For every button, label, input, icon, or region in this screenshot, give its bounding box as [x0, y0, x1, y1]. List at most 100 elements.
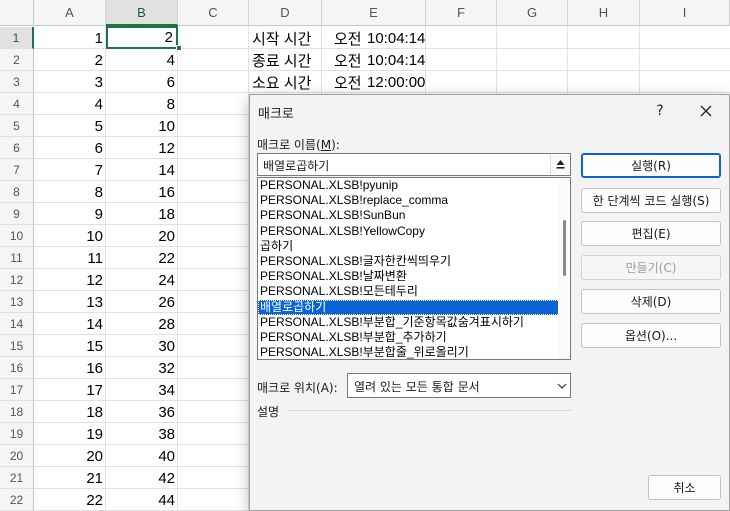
cell-a10[interactable]: 10 [34, 225, 106, 247]
macro-list-item[interactable]: PERSONAL.XLSB!YellowCopy [258, 224, 570, 239]
help-button[interactable]: ? [650, 101, 670, 121]
row-header-19[interactable]: 19 [0, 423, 34, 445]
macro-list[interactable]: PERSONAL.XLSB!pyunip PERSONAL.XLSB!replac… [257, 177, 571, 360]
macro-list-item[interactable]: 배열로곱하기 [258, 299, 570, 315]
macro-list-item[interactable]: PERSONAL.XLSB!글자한칸씩띄우기 [258, 254, 570, 269]
cell-a15[interactable]: 15 [34, 335, 106, 357]
column-header-h[interactable]: H [568, 0, 640, 26]
row-header-11[interactable]: 11 [0, 247, 34, 269]
row-header-4[interactable]: 4 [0, 93, 34, 115]
macro-list-item[interactable]: PERSONAL.XLSB!pyunip [258, 178, 570, 193]
row-header-7[interactable]: 7 [0, 159, 34, 181]
macro-list-item[interactable]: PERSONAL.XLSB!부분합줄_위로올리기 [258, 345, 570, 359]
cell-a13[interactable]: 13 [34, 291, 106, 313]
cell-b5[interactable]: 10 [106, 115, 178, 137]
cell-b3[interactable]: 6 [106, 71, 178, 93]
cell-b11[interactable]: 22 [106, 247, 178, 269]
info-time-1[interactable]: 10:04:14 [364, 27, 434, 49]
row-header-6[interactable]: 6 [0, 137, 34, 159]
macro-list-item[interactable]: PERSONAL.XLSB!날짜변환 [258, 269, 570, 284]
cell-b14[interactable]: 28 [106, 313, 178, 335]
info-label-3[interactable]: 소요 시간 [249, 71, 319, 93]
info-label-1[interactable]: 시작 시간 [249, 27, 319, 49]
edit-button[interactable]: 편집(E) [581, 221, 721, 246]
row-header-10[interactable]: 10 [0, 225, 34, 247]
delete-button[interactable]: 삭제(D) [581, 289, 721, 314]
cell-b8[interactable]: 16 [106, 181, 178, 203]
cell-a6[interactable]: 6 [34, 137, 106, 159]
row-header-15[interactable]: 15 [0, 335, 34, 357]
cell-b6[interactable]: 12 [106, 137, 178, 159]
cell-b9[interactable]: 18 [106, 203, 178, 225]
column-header-f[interactable]: F [426, 0, 497, 26]
row-header-3[interactable]: 3 [0, 71, 34, 93]
cell-b16[interactable]: 32 [106, 357, 178, 379]
run-button[interactable]: 실행(R) [581, 153, 721, 178]
info-ampm-3[interactable]: 오전 [331, 71, 367, 93]
collapse-ref-button[interactable] [550, 155, 569, 174]
cell-b4[interactable]: 8 [106, 93, 178, 115]
column-header-a[interactable]: A [34, 0, 106, 26]
row-header-12[interactable]: 12 [0, 269, 34, 291]
cell-b18[interactable]: 36 [106, 401, 178, 423]
chevron-down-icon[interactable] [555, 377, 569, 395]
cell-b13[interactable]: 26 [106, 291, 178, 313]
step-into-button[interactable]: 한 단계씩 코드 실행(S) [581, 188, 721, 213]
cell-a5[interactable]: 5 [34, 115, 106, 137]
row-header-14[interactable]: 14 [0, 313, 34, 335]
macro-location-select[interactable]: 열려 있는 모든 통합 문서 [347, 373, 571, 398]
cell-b20[interactable]: 40 [106, 445, 178, 467]
row-header-9[interactable]: 9 [0, 203, 34, 225]
cell-a18[interactable]: 18 [34, 401, 106, 423]
macro-list-item[interactable]: PERSONAL.XLSB!부분합_추가하기 [258, 330, 570, 345]
column-header-g[interactable]: G [497, 0, 568, 26]
cell-b22[interactable]: 44 [106, 489, 178, 511]
macro-list-item[interactable]: PERSONAL.XLSB!SunBun [258, 208, 570, 223]
cell-a9[interactable]: 9 [34, 203, 106, 225]
info-time-2[interactable]: 10:04:14 [364, 49, 434, 71]
cell-b2[interactable]: 4 [106, 49, 178, 71]
info-ampm-2[interactable]: 오전 [331, 49, 367, 71]
row-header-1[interactable]: 1 [0, 27, 34, 49]
column-header-e[interactable]: E [322, 0, 426, 26]
fill-handle[interactable] [176, 45, 182, 51]
cell-b10[interactable]: 20 [106, 225, 178, 247]
selected-cell-b1[interactable]: 2 [106, 26, 178, 49]
cell-a8[interactable]: 8 [34, 181, 106, 203]
row-header-22[interactable]: 22 [0, 489, 34, 511]
cell-b21[interactable]: 42 [106, 467, 178, 489]
macro-list-item[interactable]: PERSONAL.XLSB!부분합_기준항목값숨겨표시하기 [258, 315, 570, 330]
cell-a16[interactable]: 16 [34, 357, 106, 379]
cell-b19[interactable]: 38 [106, 423, 178, 445]
cell-a12[interactable]: 12 [34, 269, 106, 291]
info-ampm-1[interactable]: 오전 [331, 27, 367, 49]
row-header-13[interactable]: 13 [0, 291, 34, 313]
cell-a19[interactable]: 19 [34, 423, 106, 445]
row-header-20[interactable]: 20 [0, 445, 34, 467]
row-header-17[interactable]: 17 [0, 379, 34, 401]
cell-a4[interactable]: 4 [34, 93, 106, 115]
row-header-2[interactable]: 2 [0, 49, 34, 71]
cell-b7[interactable]: 14 [106, 159, 178, 181]
macro-list-item[interactable]: PERSONAL.XLSB!모든테두리 [258, 284, 570, 299]
info-label-2[interactable]: 종료 시간 [249, 49, 319, 71]
macro-list-item[interactable]: PERSONAL.XLSB!replace_comma [258, 193, 570, 208]
cell-a3[interactable]: 3 [34, 71, 106, 93]
cell-a1[interactable]: 1 [34, 27, 106, 49]
column-header-d[interactable]: D [249, 0, 322, 26]
cell-a14[interactable]: 14 [34, 313, 106, 335]
options-button[interactable]: 옵션(O)... [581, 323, 721, 348]
column-header-b[interactable]: B [106, 0, 178, 26]
cell-b15[interactable]: 30 [106, 335, 178, 357]
cancel-button[interactable]: 취소 [648, 475, 721, 500]
scrollbar-thumb[interactable] [563, 220, 566, 276]
info-time-3[interactable]: 12:00:00 [364, 71, 434, 93]
column-header-c[interactable]: C [178, 0, 249, 26]
cell-b12[interactable]: 24 [106, 269, 178, 291]
cell-a22[interactable]: 22 [34, 489, 106, 511]
select-all-corner[interactable] [0, 0, 34, 26]
row-header-21[interactable]: 21 [0, 467, 34, 489]
row-header-18[interactable]: 18 [0, 401, 34, 423]
cell-a2[interactable]: 2 [34, 49, 106, 71]
row-header-5[interactable]: 5 [0, 115, 34, 137]
